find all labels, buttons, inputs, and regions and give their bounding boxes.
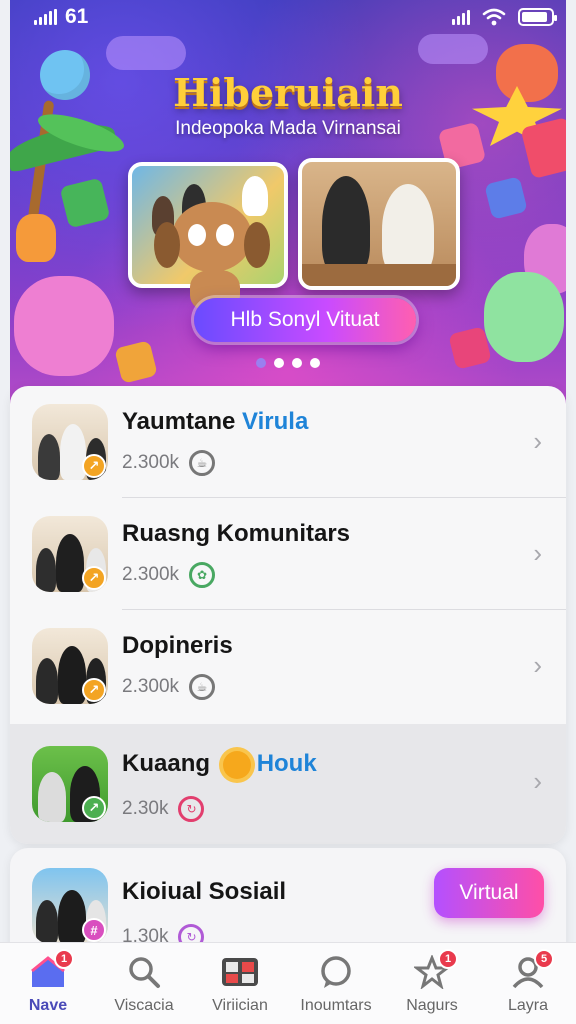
home-icon: 1 — [28, 949, 74, 991]
notification-badge: 1 — [54, 949, 74, 969]
member-count: 2.30k — [122, 798, 169, 819]
profile-icon: 5 — [508, 949, 554, 991]
badge-icon: ↗ — [82, 678, 106, 702]
group-avatar: ↗ — [32, 628, 108, 704]
list-item-title: Yaumtane Virula — [122, 408, 308, 436]
list-item-title: Ruasng Komunitars — [122, 520, 350, 548]
bear-mascot-icon — [16, 214, 56, 262]
badge-icon: ↗ — [82, 566, 106, 590]
list-item-title: Kuaang Houk — [122, 750, 317, 779]
nav-item-search[interactable]: Viscacia — [96, 943, 192, 1024]
hero-subtitle: Indeopoka Mada Virnansai — [175, 118, 401, 139]
leaf-icon: ✿ — [189, 562, 216, 588]
community-list: ↗ Yaumtane Virula 2.300k ☕ › ↗ Ruasng Ko… — [10, 386, 566, 844]
signal-strength-icon — [34, 9, 57, 25]
tea-icon: ☕ — [189, 450, 216, 476]
nav-item-favorites[interactable]: 1 Nagurs — [384, 943, 480, 1024]
list-item-title-text: Dopineris — [122, 632, 233, 659]
carousel-pagination[interactable] — [10, 358, 566, 368]
group-avatar: # — [32, 868, 108, 944]
member-count: 2.300k — [122, 564, 180, 585]
nav-label: Inoumtars — [300, 997, 372, 1014]
video-grid-icon — [220, 953, 260, 991]
carousel-dot[interactable] — [310, 358, 320, 368]
carousel-dot[interactable] — [256, 358, 266, 368]
list-item[interactable]: ↗ Ruasng Komunitars 2.300k ✿ › — [10, 498, 566, 610]
dice-tile-icon — [484, 176, 528, 220]
chat-bubble-icon — [316, 953, 356, 991]
carousel-dot[interactable] — [292, 358, 302, 368]
wifi-icon — [482, 8, 506, 26]
nav-label: Nagurs — [406, 997, 458, 1014]
list-item-meta: 2.300k ☕ — [122, 674, 216, 700]
badge-icon: ↗ — [82, 454, 106, 478]
card-title: Kioiual Sosiail — [122, 878, 287, 905]
nav-label: Layra — [507, 997, 549, 1014]
nav-item-home[interactable]: 1 Nave — [0, 943, 96, 1024]
star-icon: 1 — [412, 949, 458, 991]
list-item[interactable]: ↗ Yaumtane Virula 2.300k ☕ › — [10, 386, 566, 498]
notification-badge: 1 — [438, 949, 458, 969]
hero-cta-button[interactable]: Hlb Sonyl Vituat — [194, 298, 416, 342]
chevron-right-icon: › — [533, 766, 542, 796]
battery-icon — [518, 8, 557, 26]
list-item-title-highlight: Virula — [242, 408, 309, 435]
frog-mascot-icon — [484, 272, 564, 362]
nav-label: Nave — [28, 997, 68, 1014]
list-item-title-text: Ruasng Komunitars — [122, 520, 351, 547]
badge-icon: ↗ — [82, 796, 106, 820]
chevron-right-icon: › — [533, 426, 542, 456]
group-avatar: ↗ — [32, 516, 108, 592]
search-icon — [124, 953, 164, 991]
hero-banner[interactable]: Hiberuiain Indeopoka Mada Virnansai Hlb … — [10, 0, 566, 410]
tea-icon: ☕ — [189, 674, 216, 700]
list-item[interactable]: ↗ Kuaang Houk 2.30k ↻ › — [10, 724, 566, 844]
chevron-right-icon: › — [533, 538, 542, 568]
list-item-meta: 2.300k ☕ — [122, 450, 216, 476]
list-item-meta: 2.300k ✿ — [122, 562, 216, 588]
nav-item-profile[interactable]: 5 Layra — [480, 943, 576, 1024]
list-item-title-text: Yaumtane — [122, 408, 243, 435]
list-item-title-highlight: Houk — [256, 750, 317, 777]
group-avatar: ↗ — [32, 404, 108, 480]
member-count: 2.300k — [122, 452, 180, 473]
nav-item-community[interactable]: Inoumtars — [288, 943, 384, 1024]
cellular-icon — [452, 9, 470, 25]
nav-item-video[interactable]: Viriician — [192, 943, 288, 1024]
virtual-button[interactable]: Virtual — [434, 868, 544, 918]
list-item[interactable]: ↗ Dopineris 2.300k ☕ › — [10, 610, 566, 722]
status-time: 61 — [65, 5, 89, 28]
nav-label: Viriician — [212, 997, 268, 1014]
carousel-dot[interactable] — [274, 358, 284, 368]
teachers-photo-card[interactable] — [298, 158, 460, 290]
list-item-title: Dopineris — [122, 632, 233, 660]
member-count: 2.300k — [122, 676, 180, 697]
chevron-right-icon: › — [533, 650, 542, 680]
status-bar: 61 — [0, 0, 576, 34]
hero-title: Hiberuiain — [173, 70, 403, 115]
list-item-meta: 2.30k ↻ — [122, 796, 205, 822]
list-item-title-text: Kuaang — [122, 750, 217, 777]
refresh-icon: ↻ — [178, 796, 205, 822]
badge-icon: # — [82, 918, 106, 942]
bottom-navigation: 1 Nave Viscacia Viriician Inoumtars 1 Na… — [0, 942, 576, 1024]
cloud-decoration — [418, 34, 488, 64]
notification-badge: 5 — [534, 949, 554, 969]
sun-icon — [222, 750, 251, 779]
nav-label: Viscacia — [114, 997, 174, 1014]
group-avatar: ↗ — [32, 746, 108, 822]
